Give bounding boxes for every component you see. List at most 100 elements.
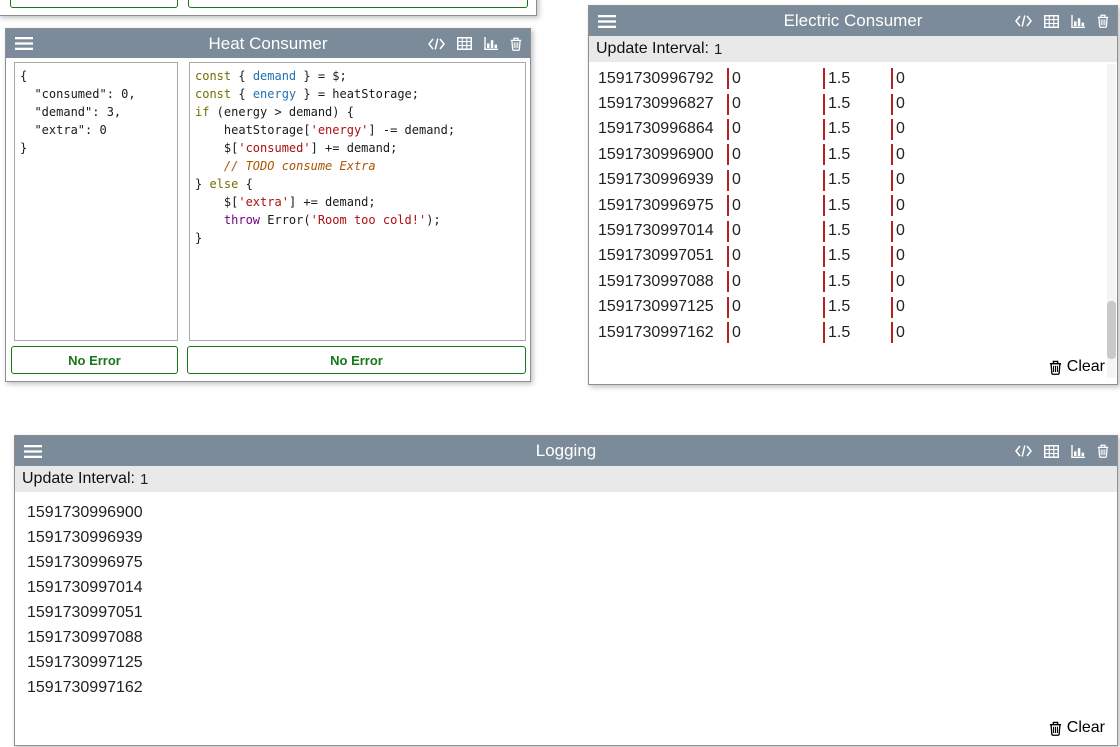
json-line: } (20, 139, 172, 157)
status-label: No Error (68, 353, 121, 368)
log-cell: 1591730996792 (597, 68, 727, 89)
trash-icon (1049, 360, 1062, 375)
chart-view-icon[interactable] (484, 37, 498, 50)
log-cell: 0 (891, 221, 1103, 242)
log-entry: 1591730997162 (27, 675, 1097, 700)
log-cell: 1.5 (823, 144, 891, 165)
log-cell: 1591730996939 (597, 170, 727, 191)
log-cell: 0 (891, 271, 1103, 292)
status-label: No Error (68, 0, 121, 1)
logging-list: 1591730996900159173099693915917309969751… (27, 500, 1097, 700)
table-view-icon[interactable] (1044, 445, 1059, 458)
log-cell: 0 (891, 119, 1103, 140)
trash-icon (1049, 721, 1062, 736)
cut-off-panel: No Error No Error (0, 0, 537, 16)
log-cell: 0 (891, 144, 1103, 165)
log-cell: 0 (727, 221, 823, 242)
log-row: 159173099708801.50 (597, 269, 1103, 294)
log-row: 159173099686401.50 (597, 117, 1103, 142)
trash-icon[interactable] (510, 37, 522, 51)
trash-icon[interactable] (1097, 14, 1109, 28)
clear-label: Clear (1067, 358, 1105, 376)
scrollbar-thumb[interactable] (1107, 301, 1116, 359)
code-view-icon[interactable] (428, 38, 445, 50)
panel-title: Logging (15, 436, 1117, 466)
log-cell: 0 (727, 322, 823, 343)
log-entry: 1591730997125 (27, 650, 1097, 675)
log-row: 159173099701401.50 (597, 218, 1103, 243)
electric-consumer-panel: Electric Consumer Update Interval: 1 159… (588, 5, 1118, 385)
drag-handle-icon[interactable] (15, 37, 33, 50)
log-cell: 1591730996975 (597, 195, 727, 216)
log-cell: 0 (891, 94, 1103, 115)
log-entry: 1591730997014 (27, 575, 1097, 600)
log-cell: 1591730997125 (597, 297, 727, 318)
code-view-icon[interactable] (1015, 15, 1032, 27)
log-row: 159173099690001.50 (597, 142, 1103, 167)
code-line: const { energy } = heatStorage; (195, 85, 520, 103)
json-line: "demand": 3, (20, 103, 172, 121)
clear-button[interactable]: Clear (1049, 358, 1105, 376)
code-view-icon[interactable] (1015, 445, 1032, 457)
status-button[interactable]: No Error (188, 0, 528, 8)
log-cell: 1.5 (823, 119, 891, 140)
status-button[interactable]: No Error (10, 0, 178, 8)
log-cell: 1.5 (823, 68, 891, 89)
log-cell: 0 (891, 297, 1103, 318)
electric-log-table: 159173099679201.50159173099682701.501591… (597, 66, 1103, 345)
panel-header: Logging (15, 436, 1117, 466)
trash-icon[interactable] (1097, 444, 1109, 458)
log-cell: 1.5 (823, 221, 891, 242)
drag-handle-icon[interactable] (598, 15, 616, 28)
log-entry: 1591730996939 (27, 525, 1097, 550)
code-line: } (195, 229, 520, 247)
log-cell: 1591730996864 (597, 119, 727, 140)
drag-handle-icon[interactable] (24, 445, 42, 458)
chart-view-icon[interactable] (1071, 15, 1085, 28)
log-cell: 1.5 (823, 170, 891, 191)
code-line: } else { (195, 175, 520, 193)
update-interval-row: Update Interval: 1 (589, 36, 1117, 62)
panel-header: Electric Consumer (589, 6, 1117, 36)
status-label: No Error (332, 0, 385, 1)
log-entry: 1591730996975 (27, 550, 1097, 575)
code-line: const { demand } = $; (195, 67, 520, 85)
log-cell: 1591730996900 (597, 144, 727, 165)
code-line: if (energy > demand) { (195, 103, 520, 121)
log-cell: 1591730997162 (597, 322, 727, 343)
log-cell: 0 (727, 271, 823, 292)
code-line: throw Error('Room too cold!'); (195, 211, 520, 229)
chart-view-icon[interactable] (1071, 445, 1085, 458)
log-cell: 0 (727, 246, 823, 267)
log-row: 159173099682701.50 (597, 91, 1103, 116)
log-cell: 1.5 (823, 297, 891, 318)
code-line: heatStorage['energy'] -= demand; (195, 121, 520, 139)
code-status-button[interactable]: No Error (187, 346, 526, 374)
json-line: { (20, 67, 172, 85)
log-entry: 1591730997088 (27, 625, 1097, 650)
state-status-button[interactable]: No Error (11, 346, 178, 374)
table-view-icon[interactable] (457, 37, 472, 50)
code-line: $['extra'] += demand; (195, 193, 520, 211)
log-cell: 1591730997014 (597, 221, 727, 242)
log-cell: 0 (891, 170, 1103, 191)
update-interval-label: Update Interval: (596, 40, 709, 58)
log-cell: 0 (727, 68, 823, 89)
log-cell: 0 (727, 144, 823, 165)
update-interval-value[interactable]: 1 (140, 471, 148, 488)
log-cell: 0 (727, 94, 823, 115)
json-line: "extra": 0 (20, 121, 172, 139)
log-row: 159173099712501.50 (597, 295, 1103, 320)
clear-button[interactable]: Clear (1049, 719, 1105, 737)
log-cell: 1.5 (823, 246, 891, 267)
state-json-editor[interactable]: { "consumed": 0, "demand": 3, "extra": 0… (14, 62, 178, 341)
update-interval-value[interactable]: 1 (714, 41, 722, 58)
table-view-icon[interactable] (1044, 15, 1059, 28)
json-line: "consumed": 0, (20, 85, 172, 103)
code-editor[interactable]: const { demand } = $;const { energy } = … (189, 62, 526, 341)
log-row: 159173099679201.50 (597, 66, 1103, 91)
code-line: $['consumed'] += demand; (195, 139, 520, 157)
log-row: 159173099716201.50 (597, 320, 1103, 345)
scrollbar-track[interactable] (1107, 64, 1116, 378)
log-cell: 0 (727, 119, 823, 140)
